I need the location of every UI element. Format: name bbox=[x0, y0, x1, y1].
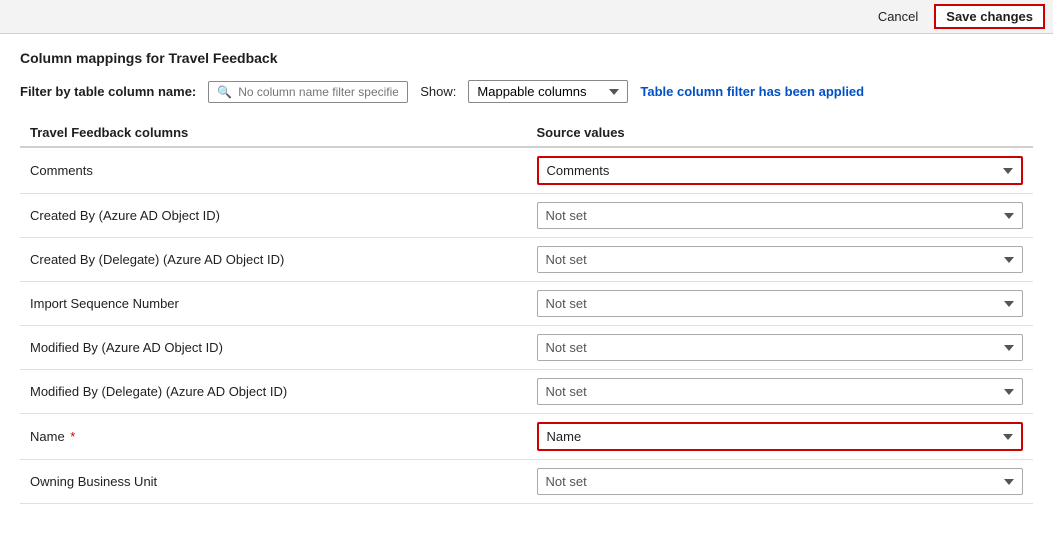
source-value-cell[interactable]: Not set bbox=[527, 370, 1034, 414]
source-value-select[interactable]: Not set bbox=[537, 468, 1024, 495]
cancel-button[interactable]: Cancel bbox=[868, 5, 928, 28]
column-name-cell: Import Sequence Number bbox=[20, 282, 527, 326]
column-name-filter-input[interactable] bbox=[238, 85, 398, 99]
column-name-cell: Created By (Delegate) (Azure AD Object I… bbox=[20, 238, 527, 282]
source-value-cell[interactable]: Not set bbox=[527, 194, 1034, 238]
column-name-cell: Comments bbox=[20, 147, 527, 194]
save-button[interactable]: Save changes bbox=[934, 4, 1045, 29]
source-value-cell[interactable]: Not set bbox=[527, 460, 1034, 504]
source-value-cell[interactable]: Comments bbox=[527, 147, 1034, 194]
search-icon: 🔍 bbox=[217, 85, 232, 99]
table-row: Modified By (Delegate) (Azure AD Object … bbox=[20, 370, 1033, 414]
table-row: Created By (Azure AD Object ID) Not set bbox=[20, 194, 1033, 238]
table-row: Comments Comments bbox=[20, 147, 1033, 194]
filter-by-label: Filter by table column name: bbox=[20, 84, 196, 99]
table-row: Modified By (Azure AD Object ID) Not set bbox=[20, 326, 1033, 370]
source-value-select[interactable]: Not set bbox=[537, 378, 1024, 405]
show-select[interactable]: Mappable columnsAll columnsRequired colu… bbox=[468, 80, 628, 103]
toolbar: Cancel Save changes bbox=[0, 0, 1053, 34]
source-value-cell[interactable]: Not set bbox=[527, 282, 1034, 326]
column-name-cell: Modified By (Delegate) (Azure AD Object … bbox=[20, 370, 527, 414]
source-value-cell[interactable]: Not set bbox=[527, 326, 1034, 370]
column-name-cell: Modified By (Azure AD Object ID) bbox=[20, 326, 527, 370]
source-value-cell[interactable]: Name bbox=[527, 414, 1034, 460]
source-value-select[interactable]: Not set bbox=[537, 290, 1024, 317]
source-value-cell[interactable]: Not set bbox=[527, 238, 1034, 282]
column-name-cell: Created By (Azure AD Object ID) bbox=[20, 194, 527, 238]
column-name-filter-input-wrapper[interactable]: 🔍 bbox=[208, 81, 408, 103]
filter-applied-message: Table column filter has been applied bbox=[640, 84, 864, 99]
column-name-cell: Owning Business Unit bbox=[20, 460, 527, 504]
col-right-header: Source values bbox=[527, 119, 1034, 147]
source-value-select[interactable]: Not set bbox=[537, 334, 1024, 361]
table-row: Created By (Delegate) (Azure AD Object I… bbox=[20, 238, 1033, 282]
source-value-select[interactable]: Comments bbox=[537, 156, 1024, 185]
required-star: * bbox=[67, 429, 76, 444]
column-name-cell: Name * bbox=[20, 414, 527, 460]
source-value-select[interactable]: Name bbox=[537, 422, 1024, 451]
show-label: Show: bbox=[420, 84, 456, 99]
table-row: Import Sequence Number Not set bbox=[20, 282, 1033, 326]
page-title: Column mappings for Travel Feedback bbox=[20, 50, 1033, 66]
table-row: Owning Business Unit Not set bbox=[20, 460, 1033, 504]
table-row: Name * Name bbox=[20, 414, 1033, 460]
filter-bar: Filter by table column name: 🔍 Show: Map… bbox=[20, 80, 1033, 103]
col-left-header: Travel Feedback columns bbox=[20, 119, 527, 147]
mapping-table: Travel Feedback columns Source values Co… bbox=[20, 119, 1033, 504]
main-content: Column mappings for Travel Feedback Filt… bbox=[0, 34, 1053, 520]
source-value-select[interactable]: Not set bbox=[537, 246, 1024, 273]
source-value-select[interactable]: Not set bbox=[537, 202, 1024, 229]
